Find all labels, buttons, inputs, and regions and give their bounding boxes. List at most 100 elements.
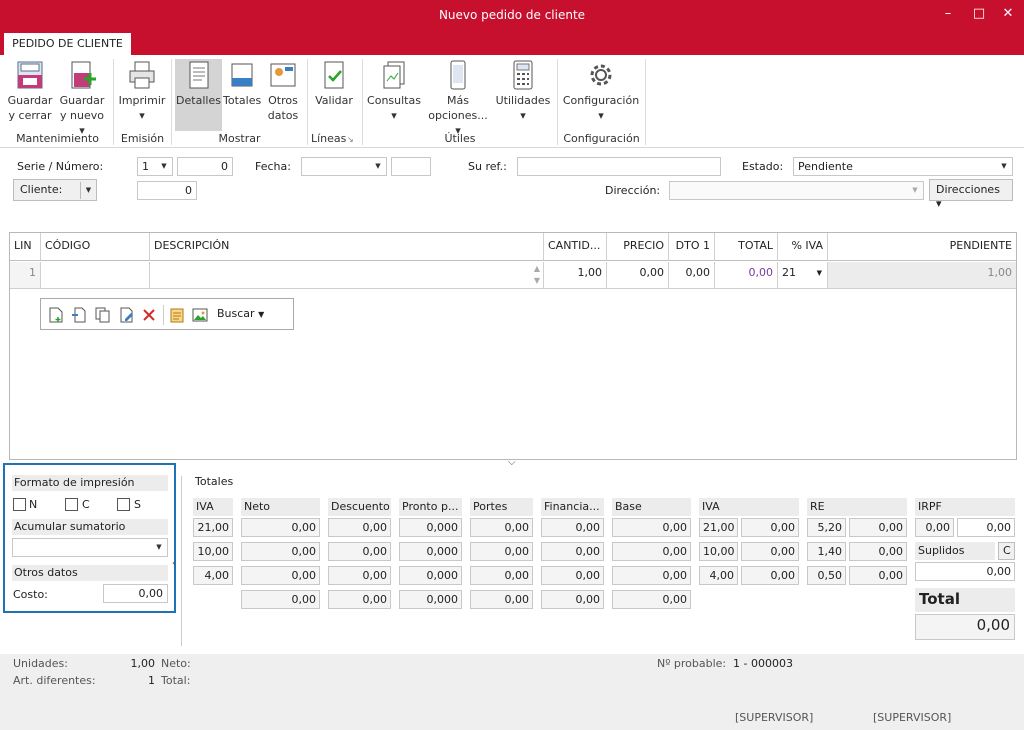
col-total[interactable]: TOTAL bbox=[715, 233, 778, 261]
imprimir-button[interactable]: Imprimir ▾ bbox=[118, 59, 166, 123]
insert-line-icon[interactable] bbox=[71, 307, 87, 323]
th-iva2: IVA bbox=[699, 498, 799, 516]
panel-collapse-icon[interactable]: ‹ bbox=[172, 558, 176, 569]
tot-re-val: 0,00 bbox=[849, 518, 907, 537]
checkbox-s[interactable] bbox=[117, 498, 130, 511]
col-dto1[interactable]: DTO 1 bbox=[669, 233, 715, 261]
col-descripcion[interactable]: DESCRIPCIÓN bbox=[150, 233, 544, 261]
mas-opciones-button[interactable]: Más opciones... ▾ bbox=[424, 59, 492, 138]
utilidades-button[interactable]: Utilidades ▾ bbox=[494, 59, 552, 123]
guardar-nuevo-button[interactable]: Guardar y nuevo ▾ bbox=[57, 59, 107, 138]
suref-input[interactable] bbox=[517, 157, 721, 176]
cell-cantidad[interactable]: 1,00 bbox=[544, 262, 607, 289]
col-lin[interactable]: LIN bbox=[10, 233, 41, 261]
mobile-icon bbox=[450, 60, 466, 90]
cell-iva[interactable]: 21 ▼ bbox=[778, 262, 828, 289]
close-button[interactable]: ✕ bbox=[996, 4, 1020, 24]
validar-button[interactable]: Validar bbox=[312, 59, 356, 108]
tot-neto: 0,00 bbox=[241, 566, 320, 585]
otros-datos-button[interactable]: Otros datos bbox=[264, 59, 302, 123]
col-pendiente[interactable]: PENDIENTE bbox=[828, 233, 1016, 261]
col-precio[interactable]: PRECIO bbox=[607, 233, 669, 261]
fecha-time-input[interactable] bbox=[391, 157, 431, 176]
suplidos-input[interactable]: 0,00 bbox=[915, 562, 1015, 581]
group-expand-icon[interactable]: ↘ bbox=[347, 135, 354, 144]
tab-pedido-cliente[interactable]: PEDIDO DE CLIENTE bbox=[4, 33, 131, 55]
tot-iva-pct: 21,00 bbox=[699, 518, 738, 537]
unidades-value: 1,00 bbox=[130, 657, 156, 670]
checkbox-c[interactable] bbox=[65, 498, 78, 511]
configuracion-button[interactable]: Configuración ▾ bbox=[562, 59, 640, 123]
tot-re-pct: 1,40 bbox=[807, 542, 846, 561]
cell-dto1[interactable]: 0,00 bbox=[669, 262, 715, 289]
art-value: 1 bbox=[148, 674, 155, 687]
save-close-icon bbox=[17, 61, 43, 89]
cell-precio[interactable]: 0,00 bbox=[607, 262, 669, 289]
ribbon-tab-bar: PEDIDO DE CLIENTE bbox=[0, 31, 1024, 55]
new-line-icon[interactable] bbox=[49, 307, 63, 323]
minimize-button[interactable]: – bbox=[936, 4, 960, 24]
costo-input[interactable]: 0,00 bbox=[103, 584, 168, 603]
col-cantidad[interactable]: CANTID... bbox=[544, 233, 607, 261]
cliente-button[interactable]: Cliente: ▼ bbox=[13, 179, 97, 201]
th-portes: Portes bbox=[470, 498, 533, 516]
cell-codigo[interactable] bbox=[41, 262, 150, 289]
checkbox-n-label: N bbox=[29, 498, 38, 511]
copy-line-icon[interactable] bbox=[95, 307, 111, 323]
ribbon: Guardar y cerrar Guardar y nuevo ▾ Imprimi… bbox=[0, 55, 1024, 148]
guardar-cerrar-button[interactable]: Guardar y cerrar bbox=[6, 59, 54, 123]
irpf-pct: 0,00 bbox=[915, 518, 954, 537]
col-codigo[interactable]: CÓDIGO bbox=[41, 233, 150, 261]
edit-line-icon[interactable] bbox=[119, 307, 135, 323]
maximize-button[interactable]: □ bbox=[967, 4, 991, 24]
tot-iva: 21,00 bbox=[193, 518, 233, 537]
group-utiles: Útiles bbox=[444, 132, 476, 145]
tot-iva-val: 0,00 bbox=[741, 566, 799, 585]
lines-grid: LIN CÓDIGO DESCRIPCIÓN CANTID... PRECIO … bbox=[9, 232, 1017, 460]
collapse-chevron-icon[interactable]: ⌵ bbox=[508, 457, 516, 468]
totals-icon bbox=[231, 63, 253, 87]
direcciones-button[interactable]: Direcciones ▾ bbox=[929, 179, 1013, 210]
suplidos-button[interactable]: C bbox=[998, 542, 1015, 560]
tot-re-val: 0,00 bbox=[849, 542, 907, 561]
group-mantenimiento: Mantenimiento bbox=[16, 132, 99, 145]
acumular-title: Acumular sumatorio bbox=[12, 519, 168, 535]
tot-iva: 10,00 bbox=[193, 542, 233, 561]
th-base: Base bbox=[612, 498, 691, 516]
fecha-select[interactable]: ▼ bbox=[301, 157, 387, 176]
buscar-button[interactable]: Buscar ▼ bbox=[217, 307, 264, 320]
direccion-select[interactable]: ▼ bbox=[669, 181, 924, 200]
nprob-value: 1 - 000003 bbox=[733, 657, 793, 670]
art-label: Art. diferentes: bbox=[13, 674, 96, 687]
group-lineas: Líneas bbox=[311, 132, 347, 145]
cell-descripcion[interactable]: ▲ ▼ bbox=[150, 262, 544, 289]
serie-select[interactable]: 1 ▼ bbox=[137, 157, 173, 176]
cell-total[interactable]: 0,00 bbox=[715, 262, 778, 289]
consultas-button[interactable]: Consultas ▾ bbox=[366, 59, 422, 123]
checkbox-n[interactable] bbox=[13, 498, 26, 511]
direccion-label: Dirección: bbox=[605, 184, 661, 197]
image-icon[interactable] bbox=[192, 307, 208, 323]
estado-select[interactable]: Pendiente ▼ bbox=[793, 157, 1013, 176]
title-bar: Nuevo pedido de cliente – □ ✕ bbox=[0, 0, 1024, 31]
delete-line-icon[interactable] bbox=[142, 308, 156, 322]
th-iva: IVA bbox=[193, 498, 233, 516]
th-irpf: IRPF bbox=[915, 498, 1015, 516]
validate-icon bbox=[324, 61, 344, 89]
group-emision: Emisión bbox=[120, 132, 165, 145]
tot-base: 0,00 bbox=[612, 518, 691, 537]
tot-portes: 0,00 bbox=[470, 542, 533, 561]
chevron-down-icon: ▼ bbox=[161, 162, 167, 170]
irpf-value[interactable]: 0,00 bbox=[957, 518, 1015, 537]
cliente-input[interactable]: 0 bbox=[137, 181, 197, 200]
window-title: Nuevo pedido de cliente bbox=[438, 8, 586, 22]
col-iva[interactable]: % IVA bbox=[778, 233, 828, 261]
numero-input[interactable]: 0 bbox=[177, 157, 233, 176]
acumular-select[interactable]: ▼ bbox=[12, 538, 168, 557]
totales-button[interactable]: Totales bbox=[223, 59, 261, 108]
detalles-button[interactable]: Detalles bbox=[175, 59, 222, 131]
tot-financia: 0,00 bbox=[541, 566, 604, 585]
notes-icon[interactable] bbox=[169, 307, 185, 323]
status-bar: Unidades: 1,00 Neto: Art. diferentes: 1 … bbox=[0, 654, 1024, 730]
sum-neto: 0,00 bbox=[241, 590, 320, 609]
